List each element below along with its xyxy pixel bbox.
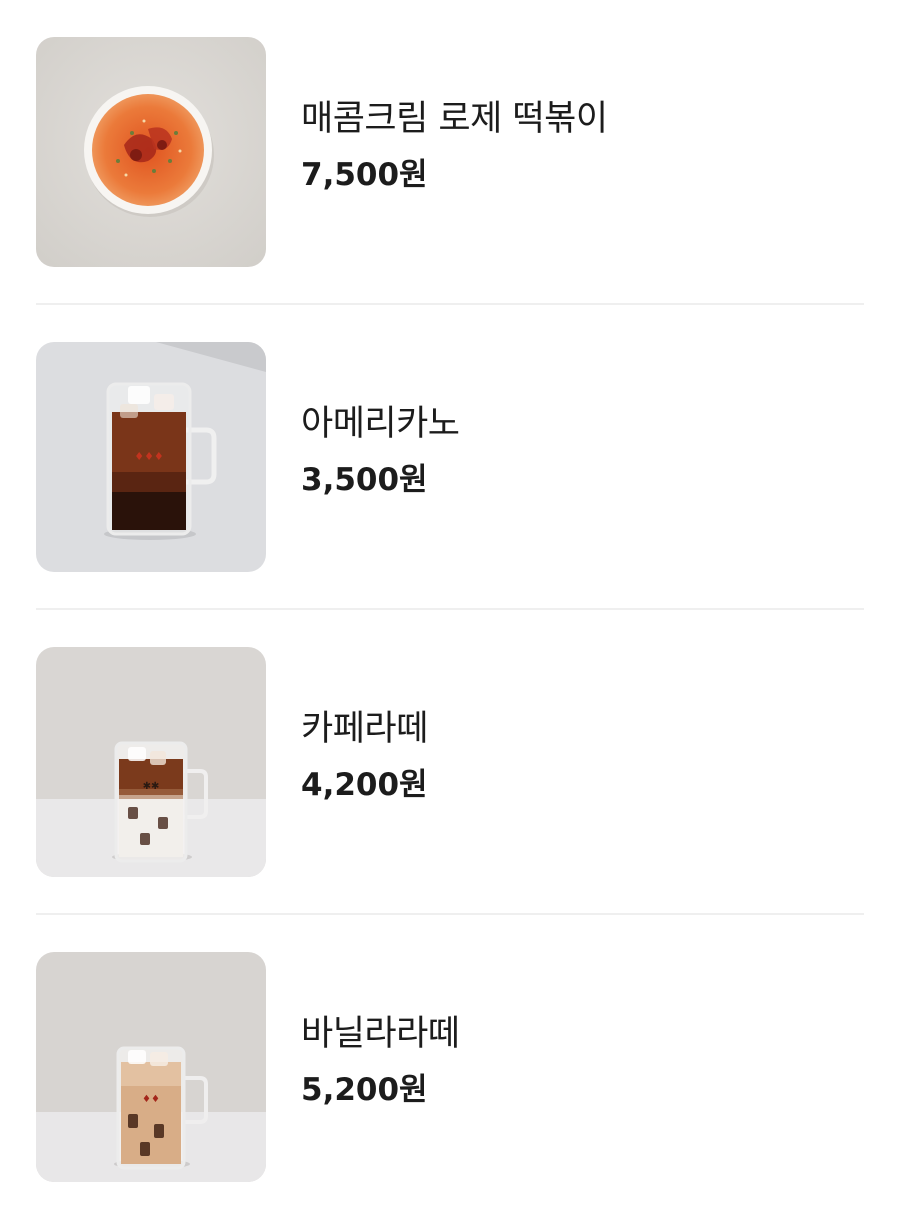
svg-text:♦♦♦: ♦♦♦ xyxy=(134,450,164,463)
iced-americano-photo[interactable]: ♦♦♦ xyxy=(36,342,266,572)
rose-tteokbokki-photo[interactable] xyxy=(36,37,266,267)
menu-item-americano[interactable]: ♦♦♦ 아메리카노 3,500원 xyxy=(36,342,864,572)
menu-item-rose-tteokbokki[interactable]: 매콤크림 로제 떡볶이 7,500원 xyxy=(36,37,864,267)
iced-cafe-latte-photo[interactable]: ✱✱ xyxy=(36,647,266,877)
menu-item-cafe-latte[interactable]: ✱✱ 카페라떼 4,200원 xyxy=(36,647,864,877)
iced-vanilla-latte-photo[interactable]: ♦♦ xyxy=(36,952,266,1182)
menu-item-info: 바닐라라떼 5,200원 xyxy=(301,1014,460,1108)
menu-item-price: 3,500원 xyxy=(301,462,428,498)
menu-item-price: 4,200원 xyxy=(301,767,428,803)
menu-item-info: 아메리카노 3,500원 xyxy=(301,404,460,498)
divider xyxy=(36,608,864,610)
menu-item-name: 아메리카노 xyxy=(301,404,460,444)
menu-item-info: 카페라떼 4,200원 xyxy=(301,709,428,803)
svg-text:♦♦: ♦♦ xyxy=(142,1094,160,1105)
divider xyxy=(36,303,864,305)
menu-item-name: 매콤크림 로제 떡볶이 xyxy=(301,99,608,139)
menu-item-name: 바닐라라떼 xyxy=(301,1014,460,1054)
svg-text:✱✱: ✱✱ xyxy=(143,781,160,792)
menu-item-info: 매콤크림 로제 떡볶이 7,500원 xyxy=(301,99,608,193)
menu-item-vanilla-latte[interactable]: ♦♦ 바닐라라떼 5,200원 xyxy=(36,952,864,1182)
menu-item-price: 5,200원 xyxy=(301,1072,428,1108)
menu-list: 매콤크림 로제 떡볶이 7,500원 ♦♦♦ 아메리카노 3,500원 ✱✱ 카… xyxy=(0,0,900,1213)
menu-item-price: 7,500원 xyxy=(301,157,428,193)
menu-item-name: 카페라떼 xyxy=(301,709,428,749)
divider xyxy=(36,913,864,915)
